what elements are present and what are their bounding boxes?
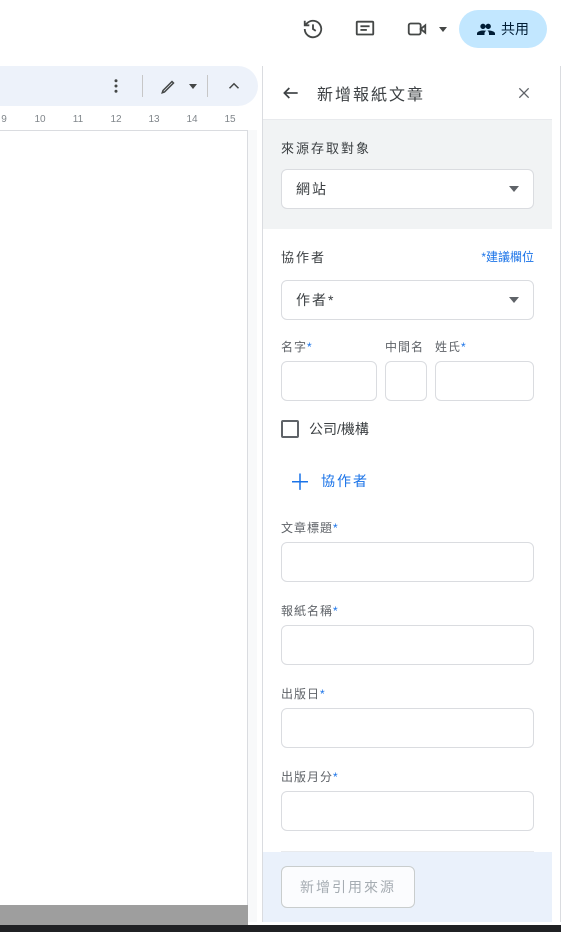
newspaper-name-input[interactable] bbox=[281, 625, 534, 665]
org-checkbox-label: 公司/機構 bbox=[309, 419, 369, 439]
ruler-mark: 13 bbox=[148, 114, 159, 125]
panel-footer: 新增引用來源 bbox=[263, 852, 552, 922]
org-checkbox[interactable] bbox=[281, 420, 299, 438]
document-gutter bbox=[248, 130, 257, 922]
people-icon bbox=[477, 20, 495, 38]
pencil-icon bbox=[160, 77, 178, 95]
secondary-toolbar bbox=[0, 66, 258, 106]
plus-icon: ＋ bbox=[289, 465, 311, 497]
last-name-input[interactable] bbox=[435, 361, 534, 401]
chevron-down-icon bbox=[509, 297, 519, 303]
divider bbox=[207, 75, 208, 97]
suggested-fields-link[interactable]: *建議欄位 bbox=[481, 248, 534, 265]
collapse-up-button[interactable] bbox=[218, 70, 250, 102]
contributor-section: 協作者 *建議欄位 作者* 名字* 中間名 姓氏* bbox=[263, 229, 552, 852]
share-button[interactable]: 共用 bbox=[459, 10, 547, 48]
author-role-value: 作者* bbox=[296, 290, 335, 310]
video-call-button[interactable] bbox=[397, 9, 447, 49]
ruler-mark: 11 bbox=[73, 114, 83, 125]
citation-panel: 新增報紙文章 來源存取對象 網站 協作者 *建議欄位 作者* 名字 bbox=[262, 66, 552, 922]
author-role-select[interactable]: 作者* bbox=[281, 280, 534, 320]
middle-name-label: 中間名 bbox=[385, 338, 427, 355]
article-title-input[interactable] bbox=[281, 542, 534, 582]
first-name-label: 名字* bbox=[281, 338, 377, 355]
share-label: 共用 bbox=[501, 19, 529, 39]
arrow-left-icon bbox=[281, 83, 301, 103]
divider bbox=[142, 75, 143, 97]
chevron-down-icon bbox=[509, 186, 519, 192]
article-title-label: 文章標題* bbox=[281, 519, 534, 536]
edit-mode-button[interactable] bbox=[153, 70, 185, 102]
source-access-section: 來源存取對象 網站 bbox=[263, 120, 552, 229]
window-bottom-bar bbox=[0, 925, 561, 932]
add-contributor-button[interactable]: ＋ 協作者 bbox=[281, 461, 534, 519]
pub-month-label: 出版月分* bbox=[281, 768, 534, 785]
source-access-select[interactable]: 網站 bbox=[281, 169, 534, 209]
panel-header: 新增報紙文章 bbox=[263, 66, 552, 120]
close-button[interactable] bbox=[508, 77, 540, 109]
document-area[interactable] bbox=[0, 130, 248, 922]
more-vert-icon[interactable] bbox=[100, 70, 132, 102]
source-access-value: 網站 bbox=[296, 179, 328, 199]
document-footer-shade bbox=[0, 905, 248, 925]
pub-day-input[interactable] bbox=[281, 708, 534, 748]
source-access-label: 來源存取對象 bbox=[281, 138, 534, 157]
chevron-up-icon bbox=[225, 77, 243, 95]
first-name-input[interactable] bbox=[281, 361, 377, 401]
chevron-down-icon[interactable] bbox=[189, 84, 197, 89]
ruler-mark: 14 bbox=[186, 114, 197, 125]
ruler-mark: 15 bbox=[224, 114, 235, 125]
org-checkbox-row: 公司/機構 bbox=[281, 419, 534, 439]
contributor-label: 協作者 bbox=[281, 247, 326, 266]
pub-day-label: 出版日* bbox=[281, 685, 534, 702]
back-button[interactable] bbox=[275, 77, 307, 109]
comment-icon[interactable] bbox=[345, 9, 385, 49]
ruler: 9 10 11 12 13 14 15 bbox=[0, 112, 258, 130]
ruler-mark: 10 bbox=[34, 114, 45, 125]
ruler-mark: 9 bbox=[1, 114, 7, 125]
close-icon bbox=[516, 85, 532, 101]
newspaper-name-label: 報紙名稱* bbox=[281, 602, 534, 619]
ruler-mark: 12 bbox=[110, 114, 121, 125]
add-citation-button[interactable]: 新增引用來源 bbox=[281, 866, 415, 908]
chevron-down-icon bbox=[439, 27, 447, 32]
last-name-label: 姓氏* bbox=[435, 338, 534, 355]
panel-title: 新增報紙文章 bbox=[317, 81, 508, 105]
pub-month-input[interactable] bbox=[281, 791, 534, 831]
top-toolbar: 共用 bbox=[0, 0, 561, 58]
middle-name-input[interactable] bbox=[385, 361, 427, 401]
history-icon[interactable] bbox=[293, 9, 333, 49]
video-icon bbox=[397, 9, 437, 49]
add-contributor-label: 協作者 bbox=[321, 471, 369, 491]
panel-body[interactable]: 來源存取對象 網站 協作者 *建議欄位 作者* 名字* 中間 bbox=[263, 120, 552, 852]
name-row: 名字* 中間名 姓氏* bbox=[281, 338, 534, 401]
